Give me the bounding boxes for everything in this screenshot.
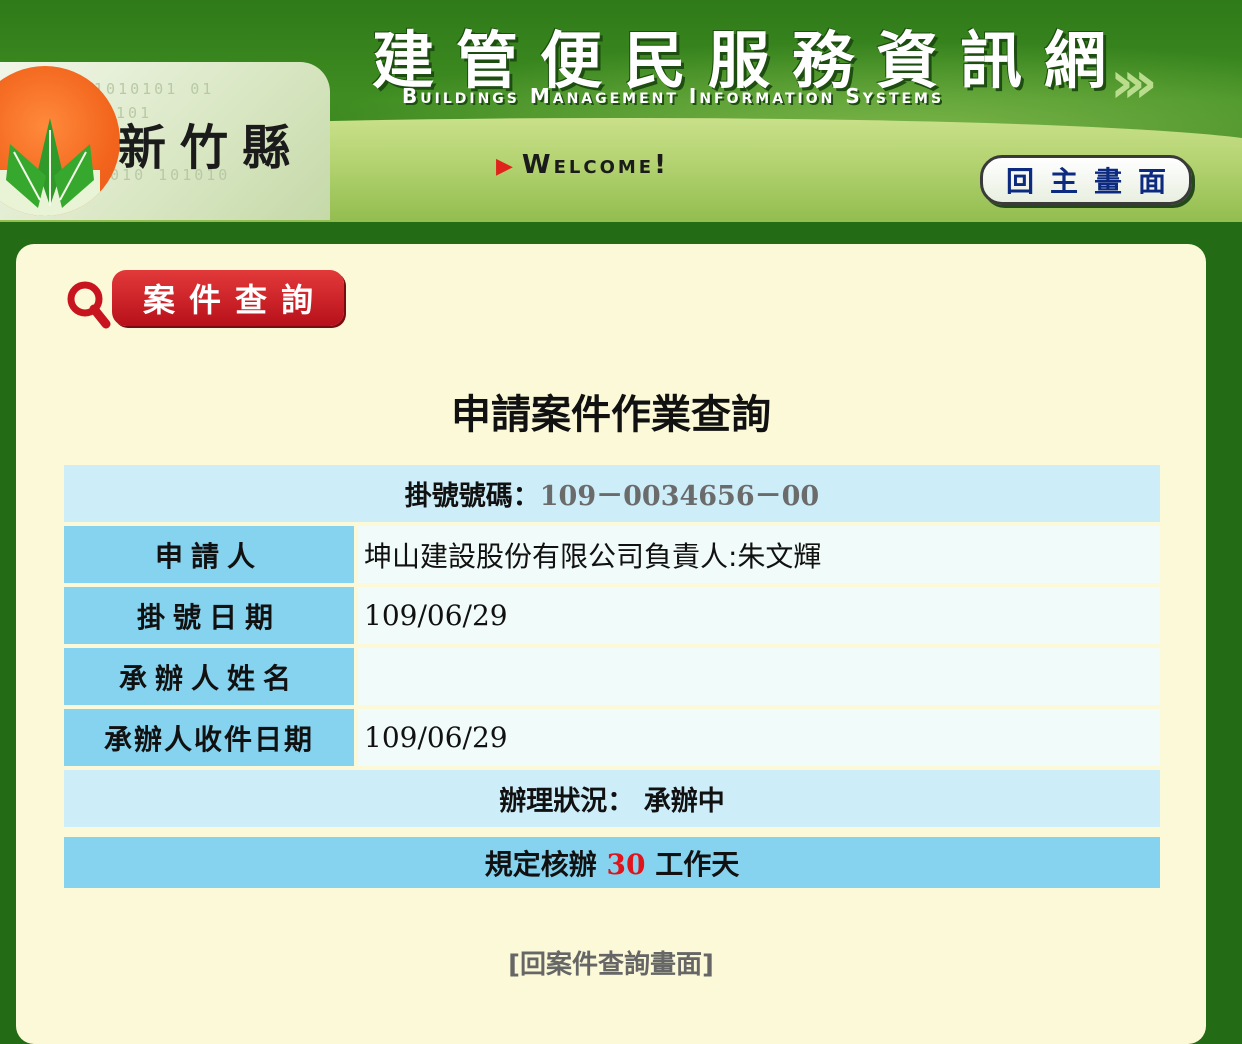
site-header: 01010101 01 0101 1010 101010 新竹縣 建管便民服務資… [0, 0, 1242, 222]
table-row: 申請人 坤山建設股份有限公司負責人:朱文輝 [64, 526, 1160, 583]
handler-name-label: 承辦人姓名 [64, 648, 354, 705]
home-button-label: 回主畫面 [1005, 165, 1182, 198]
handler-name-value [354, 648, 1160, 705]
status-value: 承辦中 [643, 786, 725, 817]
applicant-value: 坤山建設股份有限公司負責人:朱文輝 [354, 526, 1160, 583]
main-content: 案件查詢 申請案件作業查詢 掛號號碼：109－0034656－00 申請人 坤山… [16, 244, 1206, 1044]
table-row: 辦理狀況： 承辦中 [64, 770, 1160, 827]
home-button[interactable]: 回主畫面 [980, 155, 1192, 205]
registration-number-label: 掛號號碼： [404, 481, 540, 512]
section-badge-label: 案件查詢 [112, 270, 344, 326]
chevron-right-icon: ››› [1110, 48, 1158, 116]
welcome-text: ▶ Welcome! [496, 150, 669, 180]
status-label: 辦理狀況： [499, 786, 635, 817]
table-row: 掛號日期 109/06/29 [64, 587, 1160, 644]
table-row: 承辦人姓名 [64, 648, 1160, 705]
applicant-label: 申請人 [64, 526, 354, 583]
processing-days-row: 規定核辦 30 工作天 [64, 831, 1160, 888]
back-to-search-link[interactable]: [回案件查詢畫面] [508, 950, 714, 980]
processing-days-prefix: 規定核辦 [484, 847, 597, 881]
back-to-search-link-row: [回案件查詢畫面] [16, 944, 1206, 981]
processing-days-suffix: 工作天 [655, 847, 740, 881]
case-info-table: 掛號號碼：109－0034656－00 申請人 坤山建設股份有限公司負責人:朱文… [64, 461, 1160, 892]
county-name: 新竹縣 [118, 120, 305, 176]
table-row: 掛號號碼：109－0034656－00 [64, 465, 1160, 522]
badge-text: 案件查詢 [142, 281, 327, 319]
status-row: 辦理狀況： 承辦中 [64, 770, 1160, 827]
play-arrow-icon: ▶ [496, 154, 516, 179]
registration-number-value: 109－0034656－00 [539, 481, 820, 512]
table-row: 規定核辦 30 工作天 [64, 831, 1160, 888]
table-row: 承辦人收件日期 109/06/29 [64, 709, 1160, 766]
handler-receipt-date-label: 承辦人收件日期 [64, 709, 354, 766]
welcome-label: Welcome! [521, 150, 669, 180]
handler-receipt-date-value: 109/06/29 [354, 709, 1160, 766]
page-title: 申請案件作業查詢 [451, 392, 771, 438]
registration-number-row: 掛號號碼：109－0034656－00 [64, 465, 1160, 522]
registration-date-value: 109/06/29 [354, 587, 1160, 644]
site-subtitle: Buildings Management Information Systems [402, 84, 945, 108]
processing-days-value: 30 [606, 847, 646, 881]
magnifier-icon [67, 281, 111, 329]
registration-date-label: 掛號日期 [64, 587, 354, 644]
